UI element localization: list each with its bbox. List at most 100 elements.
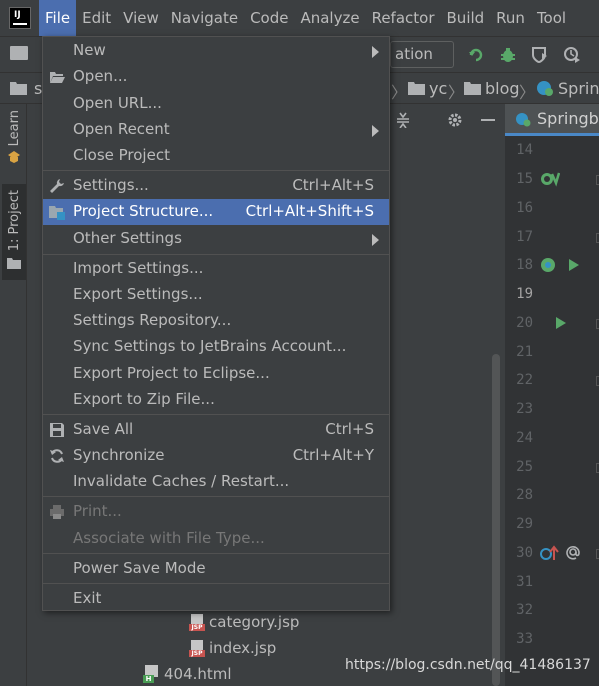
line-number: 18 [516,257,533,273]
breadcrumb-item-yc[interactable]: yc [429,79,447,98]
menu-item-power-save[interactable]: Power Save Mode [43,556,389,582]
collapse-all-icon[interactable] [395,112,411,128]
menu-item-synchronize[interactable]: Synchronize Ctrl+Alt+Y [43,443,389,469]
tree-item-label: 404.html [164,665,232,683]
run-gutter-icon[interactable] [555,316,567,330]
line-number: 14 [516,142,533,158]
debug-icon[interactable] [499,46,517,64]
annotation-gutter-icon[interactable] [565,544,581,560]
menu-build[interactable]: Build [441,0,491,36]
breadcrumb-item-blog[interactable]: blog [485,79,520,98]
menu-item-open-url[interactable]: Open URL... [43,91,389,117]
menu-item-label: Save All [73,420,134,438]
menu-item-settings-repository[interactable]: Settings Repository... [43,308,389,334]
learn-tool-tab[interactable]: Learn [2,110,26,164]
menu-item-label: Power Save Mode [73,559,206,577]
menu-item-close-project[interactable]: Close Project [43,143,389,169]
menu-item-other-settings[interactable]: Other Settings [43,226,389,252]
tree-item[interactable]: JSP category.jsp [189,613,299,631]
menu-item-label: Open... [73,67,128,85]
editor-tab[interactable]: Springb [505,104,599,136]
menu-separator [43,414,389,415]
run-configuration-selector[interactable]: ation [390,41,454,68]
project-panel-toolbar [377,106,505,134]
menu-file[interactable]: File [39,0,77,36]
menu-item-label: New [73,41,106,59]
menu-edit[interactable]: Edit [76,0,117,36]
line-number-current: 19 [516,286,533,302]
spring-bean-gutter-icon[interactable] [540,170,560,188]
file-menu-dropdown: New Open... Open URL... Open Recent Clos… [42,36,390,611]
menu-bar: IJ File Edit View Navigate Code Analyze … [0,0,599,36]
menu-separator [43,254,389,255]
line-number: 15 [516,171,533,187]
sync-icon [50,449,64,463]
watermark-text: https://blog.csdn.net/qq_41486137 [345,657,591,673]
menu-item-export-zip[interactable]: Export to Zip File... [43,387,389,413]
project-tab-label: 1: Project [6,190,22,252]
project-tool-tab[interactable]: 1: Project [2,184,26,280]
menu-item-label: Project Structure... [73,202,214,220]
menu-item-label: Settings Repository... [73,311,232,329]
menu-navigate[interactable]: Navigate [165,0,244,36]
menu-item-shortcut: Ctrl+S [325,420,374,438]
save-icon [50,423,64,437]
tree-item-label: category.jsp [209,613,300,631]
line-number: 16 [516,200,533,216]
menu-run[interactable]: Run [490,0,531,36]
folder-open-icon [50,72,65,83]
menu-item-open[interactable]: Open... [43,64,389,90]
run-gutter-icon[interactable] [568,258,580,272]
menu-item-label: Open URL... [73,94,162,112]
menu-item-label: Exit [73,589,102,607]
menu-item-export-settings[interactable]: Export Settings... [43,282,389,308]
menu-code[interactable]: Code [244,0,294,36]
editor-tab-label: Springb [537,109,599,128]
menu-refactor[interactable]: Refactor [366,0,441,36]
menu-item-settings[interactable]: Settings... Ctrl+Alt+S [43,173,389,199]
submenu-arrow-icon [372,125,379,137]
line-number: 33 [516,631,533,647]
menu-separator [43,170,389,171]
build-icon[interactable] [467,46,485,64]
wrench-icon [50,179,64,193]
open-folder-icon[interactable] [10,46,28,60]
menu-item-sync-settings[interactable]: Sync Settings to JetBrains Account... [43,334,389,360]
menu-item-label: Settings... [73,176,149,194]
submenu-arrow-icon [372,234,379,246]
jsp-file-icon: JSP [189,613,205,631]
line-number: 22 [516,372,533,388]
menu-item-import-settings[interactable]: Import Settings... [43,256,389,282]
menu-item-open-recent[interactable]: Open Recent [43,117,389,143]
tree-item-label: index.jsp [209,639,277,657]
line-number: 32 [516,602,533,618]
menu-view[interactable]: View [117,0,165,36]
print-icon [50,505,64,519]
package-folder-icon [464,82,481,95]
tree-item[interactable]: H 404.html [143,665,232,683]
gear-icon[interactable] [447,112,463,128]
project-scrollbar[interactable] [492,354,500,686]
menu-item-export-eclipse[interactable]: Export Project to Eclipse... [43,361,389,387]
menu-item-shortcut: Ctrl+Alt+S [292,176,374,194]
menu-item-save-all[interactable]: Save All Ctrl+S [43,417,389,443]
menu-item-project-structure[interactable]: Project Structure... Ctrl+Alt+Shift+S [43,199,389,225]
menu-item-invalidate-caches[interactable]: Invalidate Caches / Restart... [43,469,389,495]
hide-panel-icon[interactable] [480,112,496,128]
line-number: 29 [516,516,533,532]
menu-analyze[interactable]: Analyze [294,0,365,36]
menu-tools[interactable]: Tool [531,0,572,36]
profile-icon[interactable] [563,46,581,64]
line-number: 30 [516,545,533,561]
tree-item[interactable]: JSP index.jsp [189,639,276,657]
line-number: 31 [516,574,533,590]
menu-item-new[interactable]: New [43,38,389,64]
menu-item-exit[interactable]: Exit [43,586,389,612]
menu-item-label: Export Settings... [73,285,203,303]
override-gutter-icon[interactable] [540,544,560,562]
html-file-icon: H [143,665,160,683]
breadcrumb-item-class[interactable]: Spring [558,79,599,98]
coverage-icon[interactable] [531,46,549,64]
spring-config-gutter-icon[interactable] [540,256,560,274]
left-tool-window-strip: Learn 1: Project [0,104,27,686]
